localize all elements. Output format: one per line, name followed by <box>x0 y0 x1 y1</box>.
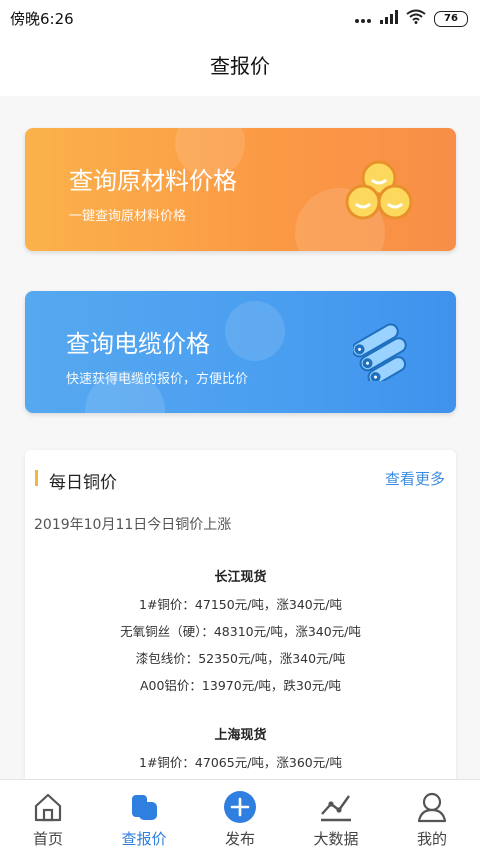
market-changjiang: 长江现货 1#铜价：47150元/吨，涨340元/吨 无氧铜丝（硬）：48310… <box>25 564 456 699</box>
page-header: 查报价 <box>0 34 480 96</box>
view-more-link[interactable]: 查看更多 <box>385 468 445 489</box>
tab-publish[interactable]: 发布 <box>192 780 288 854</box>
bottom-tab-bar: 首页 查报价 发布 大数据 我的 <box>0 779 480 854</box>
chart-icon <box>316 790 356 824</box>
tab-home[interactable]: 首页 <box>0 780 96 854</box>
status-time: 傍晚6:26 <box>10 10 74 28</box>
section-marker <box>35 470 38 486</box>
more-dots-icon <box>354 9 372 28</box>
decor-bubble <box>225 301 285 361</box>
materials-card-title: 查询原材料价格 <box>69 167 237 195</box>
signal-icon <box>380 9 398 28</box>
tab-bigdata[interactable]: 大数据 <box>288 780 384 854</box>
price-line: 1#铜价：47150元/吨，涨340元/吨 <box>139 597 342 612</box>
tab-label: 我的 <box>416 830 447 848</box>
publish-plus-icon <box>220 790 260 824</box>
status-icons: 76 <box>354 9 468 28</box>
market-shanghai: 上海现货 1#铜价：47065元/吨，涨360元/吨 <box>25 722 456 776</box>
price-line: A00铝价：13970元/吨，跌30元/吨 <box>139 678 342 693</box>
cable-card-title: 查询电缆价格 <box>66 330 210 358</box>
price-line: 无氧铜丝（硬）：48310元/吨，涨340元/吨 <box>120 624 361 639</box>
tab-label: 大数据 <box>313 830 359 848</box>
tab-mine[interactable]: 我的 <box>384 780 480 854</box>
wifi-icon <box>406 9 426 28</box>
material-balls-icon <box>345 158 413 226</box>
query-cable-card[interactable]: 查询电缆价格 快速获得电缆的报价，方便比价 <box>25 291 456 413</box>
battery-icon: 76 <box>434 10 468 27</box>
materials-card-subtitle: 一键查询原材料价格 <box>69 209 187 224</box>
market-name: 长江现货 <box>214 570 267 585</box>
price-line: 漆包线价：52350元/吨，涨340元/吨 <box>135 651 346 666</box>
quote-icon <box>124 790 164 824</box>
daily-copper-card: 每日铜价 查看更多 2019年10月11日今日铜价上涨 长江现货 1#铜价：47… <box>25 450 456 790</box>
copper-date-text: 2019年10月11日今日铜价上涨 <box>34 517 232 533</box>
market-name: 上海现货 <box>214 728 267 743</box>
price-line: 1#铜价：47065元/吨，涨360元/吨 <box>139 755 342 770</box>
page-title: 查报价 <box>210 54 270 78</box>
tab-label: 查报价 <box>121 830 167 848</box>
home-icon <box>28 790 68 824</box>
query-materials-card[interactable]: 查询原材料价格 一键查询原材料价格 <box>25 128 456 251</box>
tab-label: 首页 <box>32 830 63 848</box>
cable-card-subtitle: 快速获得电缆的报价，方便比价 <box>66 372 249 387</box>
section-title: 每日铜价 <box>49 473 117 493</box>
tab-label: 发布 <box>224 830 255 848</box>
status-bar: 傍晚6:26 76 <box>0 0 480 34</box>
tab-quote[interactable]: 查报价 <box>96 780 192 854</box>
cable-bundle-icon <box>351 323 413 386</box>
user-icon <box>412 790 452 824</box>
